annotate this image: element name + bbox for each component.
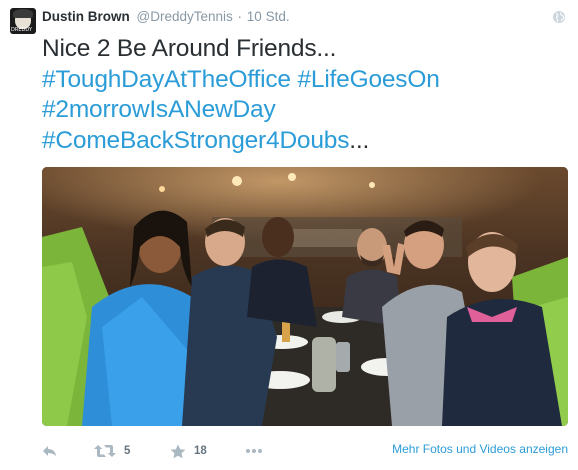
- tweet-text-line: #2morrowIsANewDay: [42, 95, 552, 126]
- text-segment: ...: [349, 126, 370, 154]
- reply-icon: [43, 446, 56, 456]
- photo-image: [42, 167, 568, 426]
- tweet-text: Nice 2 Be Around Friends... #ToughDayAtT…: [42, 34, 552, 156]
- tweet-text-line: Nice 2 Be Around Friends...: [42, 34, 552, 65]
- text-segment: Nice 2 Be Around Friends...: [42, 35, 337, 62]
- tweet-timestamp[interactable]: 10 Std.: [247, 9, 290, 24]
- more-options-icon: [246, 449, 262, 453]
- tweet-header: Dustin Brown @DreddyTennis · 10 Std.: [42, 8, 290, 26]
- avatar[interactable]: DREDDY: [10, 8, 36, 34]
- retweet-button[interactable]: 5: [94, 440, 130, 462]
- reply-button[interactable]: [42, 440, 58, 462]
- hashtag-link[interactable]: #2morrowIsANewDay: [42, 96, 276, 123]
- hashtag-link[interactable]: #ComeBackStronger4Doubs: [42, 127, 349, 154]
- tweet-card: DREDDY Dustin Brown @DreddyTennis · 10 S…: [0, 0, 578, 470]
- globe-icon: [553, 11, 565, 23]
- tweet-actions: 5 18 Mehr Fotos und Videos anzeigen: [42, 440, 568, 462]
- favorite-count: 18: [194, 445, 207, 457]
- tweet-photo[interactable]: [42, 167, 568, 426]
- tweet-text-line: #ComeBackStronger4Doubs...: [42, 126, 552, 157]
- retweet-icon: [94, 445, 116, 457]
- separator-dot: ·: [237, 9, 243, 24]
- more-options-button[interactable]: [245, 440, 263, 462]
- author-name[interactable]: Dustin Brown: [42, 9, 130, 24]
- more-media-link[interactable]: Mehr Fotos und Videos anzeigen: [392, 442, 568, 456]
- avatar-hair: [13, 9, 33, 18]
- hashtag-link[interactable]: #ToughDayAtTheOffice #LifeGoesOn: [42, 66, 440, 93]
- star-icon: [170, 444, 186, 458]
- retweet-count: 5: [124, 445, 131, 457]
- author-handle[interactable]: @DreddyTennis: [137, 9, 233, 24]
- tweet-text-line: #ToughDayAtTheOffice #LifeGoesOn: [42, 65, 552, 96]
- avatar-logo-text: DREDDY: [11, 27, 32, 33]
- favorite-button[interactable]: 18: [170, 440, 207, 462]
